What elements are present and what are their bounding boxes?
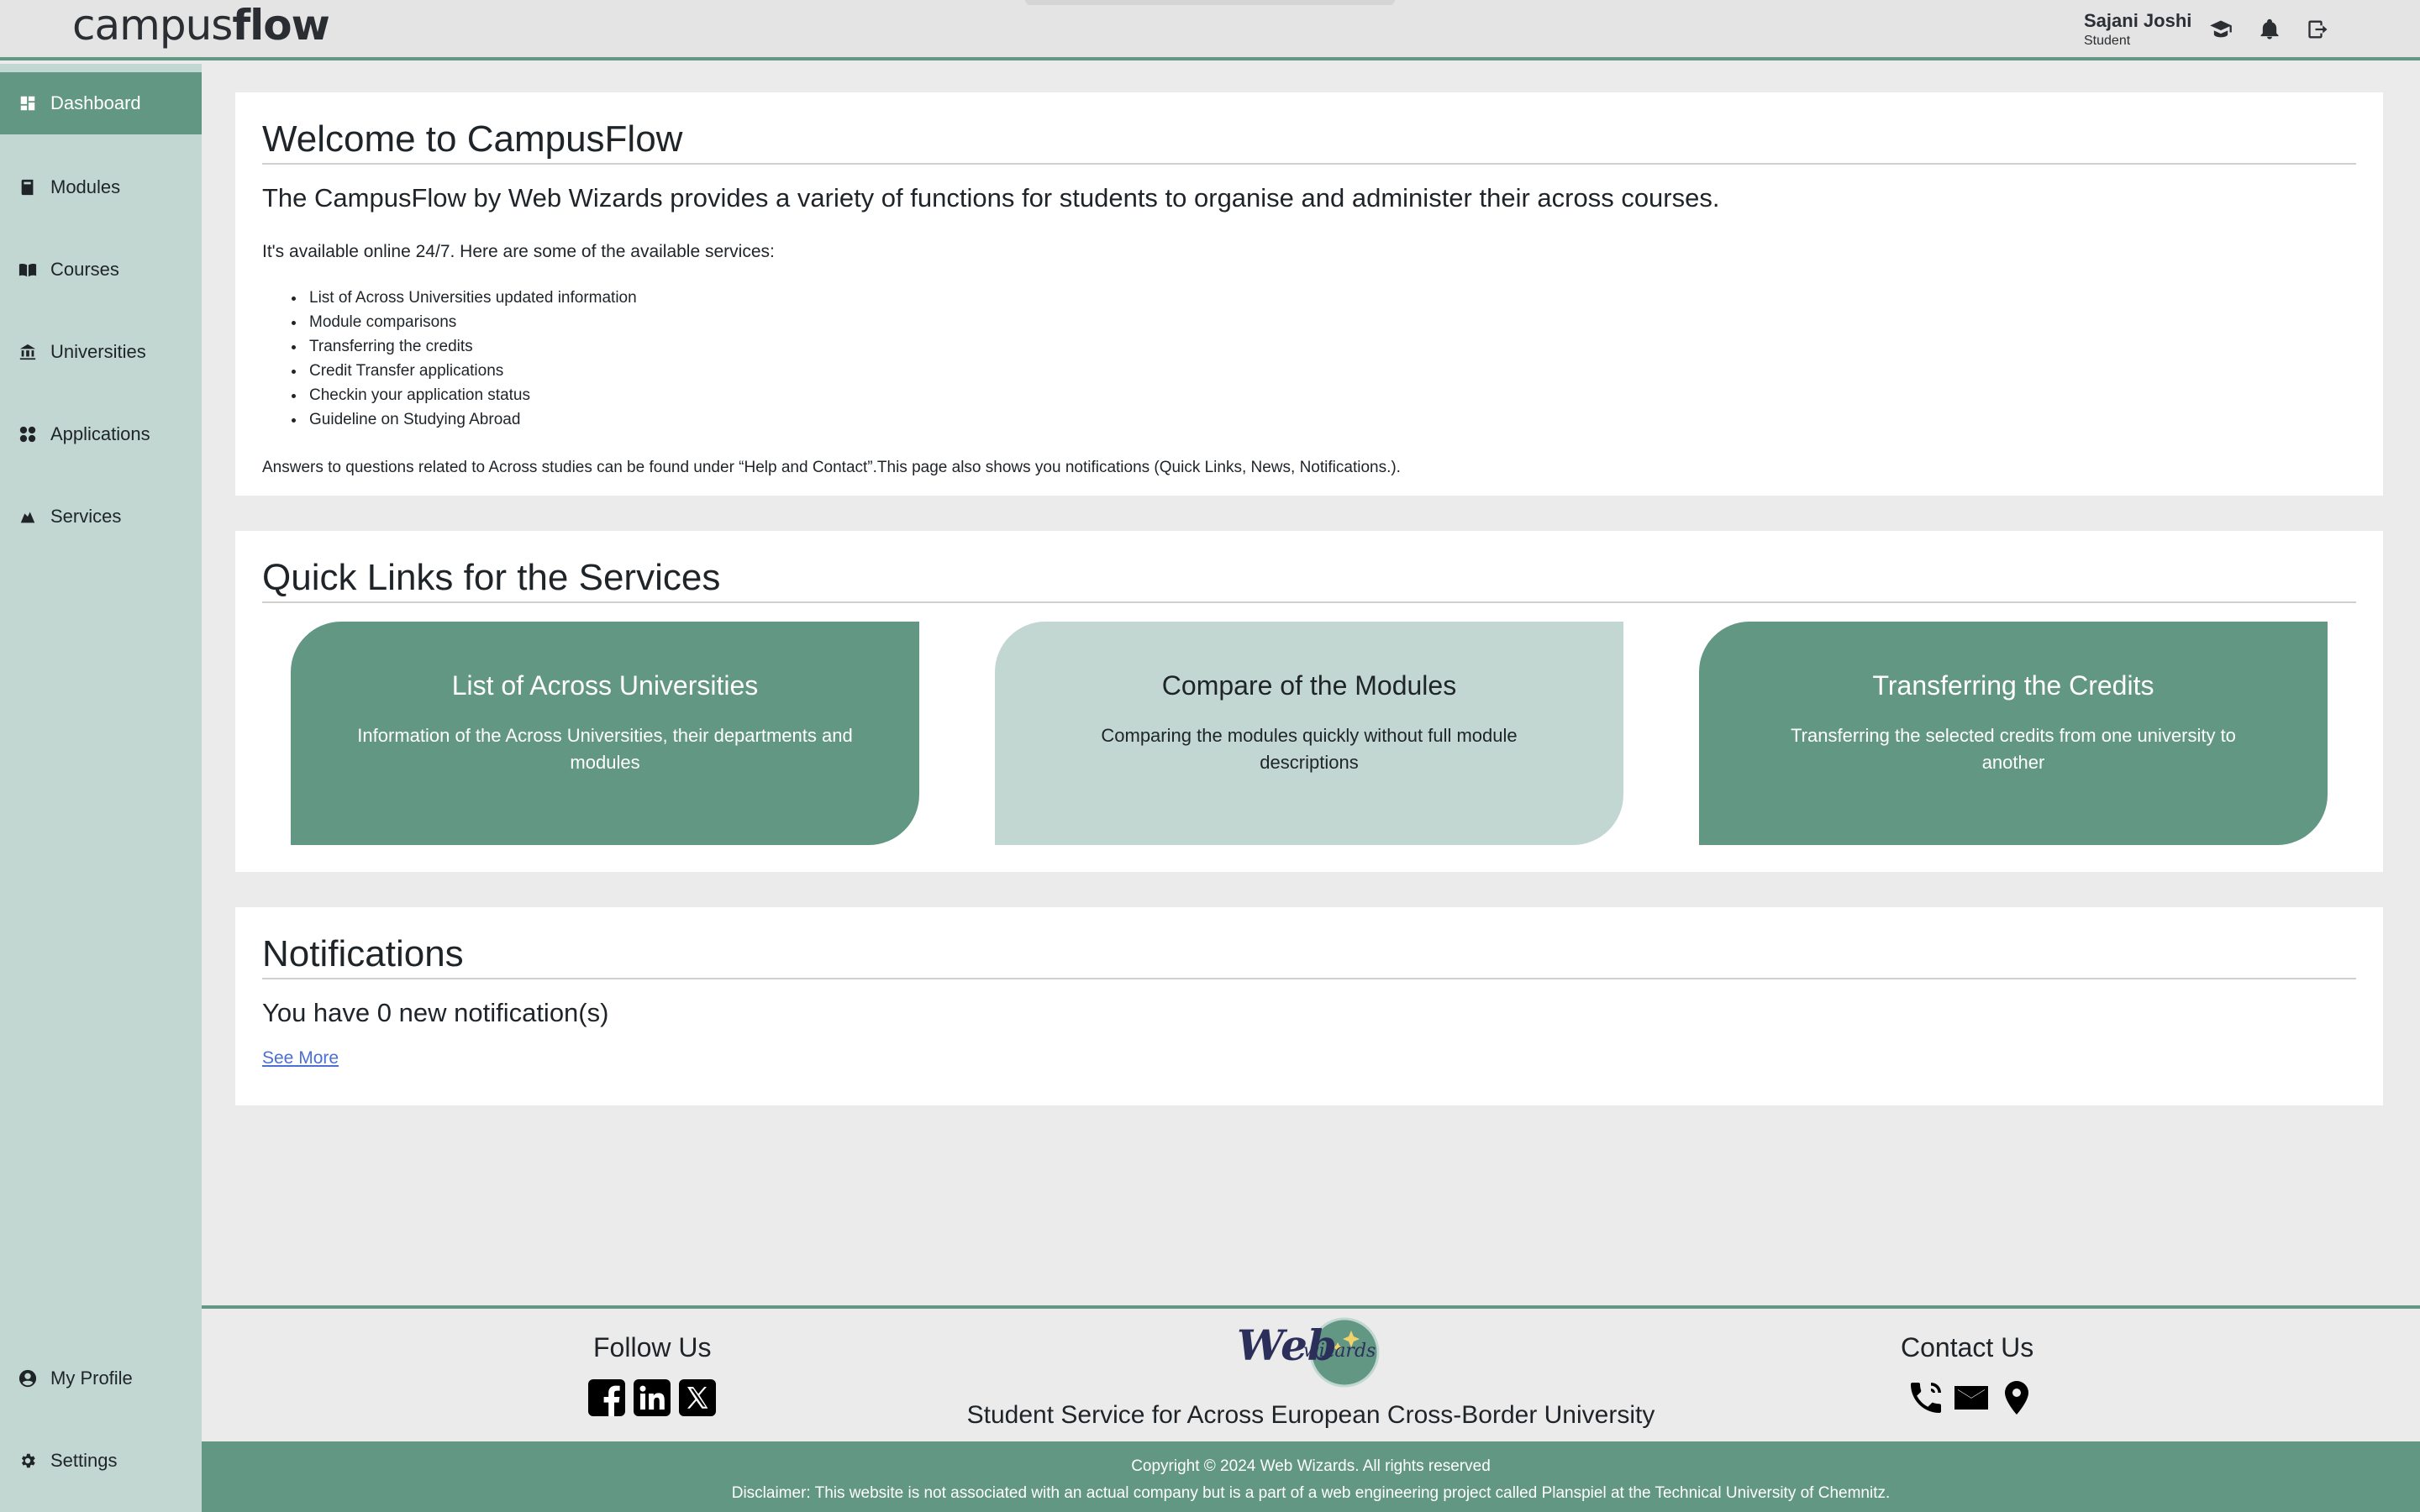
sidebar-item-label: Courses bbox=[50, 259, 119, 280]
follow-us-heading: Follow Us bbox=[593, 1332, 712, 1362]
logo-light-text: campus bbox=[72, 1, 233, 50]
notifications-title: Notifications bbox=[262, 931, 2356, 979]
notification-count: You have 0 new notification(s) bbox=[262, 998, 609, 1027]
welcome-help-text: Answers to questions related to Across s… bbox=[262, 459, 1401, 476]
sidebar-item-applications[interactable]: Applications bbox=[0, 403, 202, 465]
sidebar-item-label: Settings bbox=[50, 1450, 118, 1471]
sidebar-item-services[interactable]: Services bbox=[0, 486, 202, 548]
quick-link-card-compare-modules[interactable]: Compare of the Modules Comparing the mod… bbox=[995, 622, 1623, 845]
quick-link-card-universities[interactable]: List of Across Universities Information … bbox=[291, 622, 919, 845]
apps-icon bbox=[18, 425, 37, 444]
logout-icon[interactable] bbox=[2304, 15, 2333, 44]
sidebar-item-label: Universities bbox=[50, 341, 146, 362]
sidebar-item-label: Dashboard bbox=[50, 92, 141, 113]
book-icon bbox=[18, 178, 37, 197]
services-icon bbox=[18, 507, 37, 526]
sidebar-item-settings[interactable]: Settings bbox=[0, 1430, 202, 1492]
card-title: List of Across Universities bbox=[451, 670, 759, 701]
sidebar-item-label: Services bbox=[50, 506, 122, 527]
services-list: List of Across Universities updated info… bbox=[306, 286, 2356, 432]
sidebar-item-dashboard[interactable]: Dashboard bbox=[0, 72, 202, 134]
card-title: Transferring the Credits bbox=[1872, 670, 2154, 701]
card-description: Transferring the selected credits from o… bbox=[1791, 725, 2236, 773]
sidebar-item-my-profile[interactable]: My Profile bbox=[0, 1347, 202, 1410]
copyright-text: Copyright © 2024 Web Wizards. All rights… bbox=[1131, 1457, 1491, 1475]
footer-tagline: Student Service for Across European Cros… bbox=[966, 1401, 1655, 1429]
header-glow bbox=[1025, 0, 1395, 5]
notifications-panel: Notifications You have 0 new notificatio… bbox=[235, 907, 2383, 1105]
user-name: Sajani Joshi bbox=[2084, 10, 2192, 31]
footer: Follow Us Webwizards Contact Us Student … bbox=[202, 1305, 2420, 1441]
app-logo[interactable]: campusflow bbox=[72, 0, 330, 54]
welcome-availability: It's available online 24/7. Here are som… bbox=[262, 242, 775, 261]
card-description: Information of the Across Universities, … bbox=[357, 725, 853, 773]
gear-icon bbox=[18, 1452, 37, 1470]
list-item: Module comparisons bbox=[306, 310, 2356, 334]
logo-wordmark: Webwizards bbox=[1237, 1320, 1409, 1370]
sidebar-item-modules[interactable]: Modules bbox=[0, 156, 202, 218]
card-description: Comparing the modules quickly without fu… bbox=[1101, 725, 1518, 773]
logo-bold-text: flow bbox=[232, 1, 329, 50]
welcome-title: Welcome to CampusFlow bbox=[262, 116, 2356, 165]
sidebar-item-label: Applications bbox=[50, 423, 150, 444]
quick-links-panel: Quick Links for the Services List of Acr… bbox=[235, 531, 2383, 872]
user-info[interactable]: Sajani Joshi Student bbox=[2084, 10, 2227, 50]
quick-links-title: Quick Links for the Services bbox=[262, 554, 2356, 603]
welcome-panel: Welcome to CampusFlow The CampusFlow by … bbox=[235, 92, 2383, 496]
list-item: Credit Transfer applications bbox=[306, 359, 2356, 383]
contact-us-heading: Contact Us bbox=[1901, 1332, 2034, 1362]
card-title: Compare of the Modules bbox=[1161, 670, 1457, 701]
quick-link-card-transfer-credits[interactable]: Transferring the Credits Transferring th… bbox=[1699, 622, 2328, 845]
list-item: Transferring the credits bbox=[306, 334, 2356, 359]
copyright-bar: Copyright © 2024 Web Wizards. All rights… bbox=[202, 1441, 2420, 1512]
graduate-icon[interactable] bbox=[2207, 15, 2235, 44]
user-role: Student bbox=[2084, 34, 2131, 48]
list-item: List of Across Universities updated info… bbox=[306, 286, 2356, 310]
sidebar-item-universities[interactable]: Universities bbox=[0, 321, 202, 383]
see-more-link[interactable]: See More bbox=[262, 1048, 339, 1068]
logo-wordmark-wizards: wizards bbox=[1302, 1341, 1376, 1362]
dashboard-icon bbox=[18, 94, 37, 113]
disclaimer-text: Disclaimer: This website is not associat… bbox=[731, 1484, 1891, 1502]
list-item: Checkin your application status bbox=[306, 383, 2356, 407]
top-header: campusflow Sajani Joshi Student bbox=[0, 0, 2420, 60]
bell-icon[interactable] bbox=[2255, 15, 2284, 44]
university-icon bbox=[18, 343, 37, 361]
list-item: Guideline on Studying Abroad bbox=[306, 407, 2356, 432]
profile-icon bbox=[18, 1369, 37, 1388]
welcome-lead: The CampusFlow by Web Wizards provides a… bbox=[262, 183, 1720, 213]
sidebar-item-label: Modules bbox=[50, 176, 121, 197]
open-book-icon bbox=[18, 260, 37, 279]
sidebar-item-courses[interactable]: Courses bbox=[0, 239, 202, 301]
sidebar-item-label: My Profile bbox=[50, 1368, 133, 1389]
sidebar: Dashboard Modules Courses Universities A… bbox=[0, 64, 202, 1512]
